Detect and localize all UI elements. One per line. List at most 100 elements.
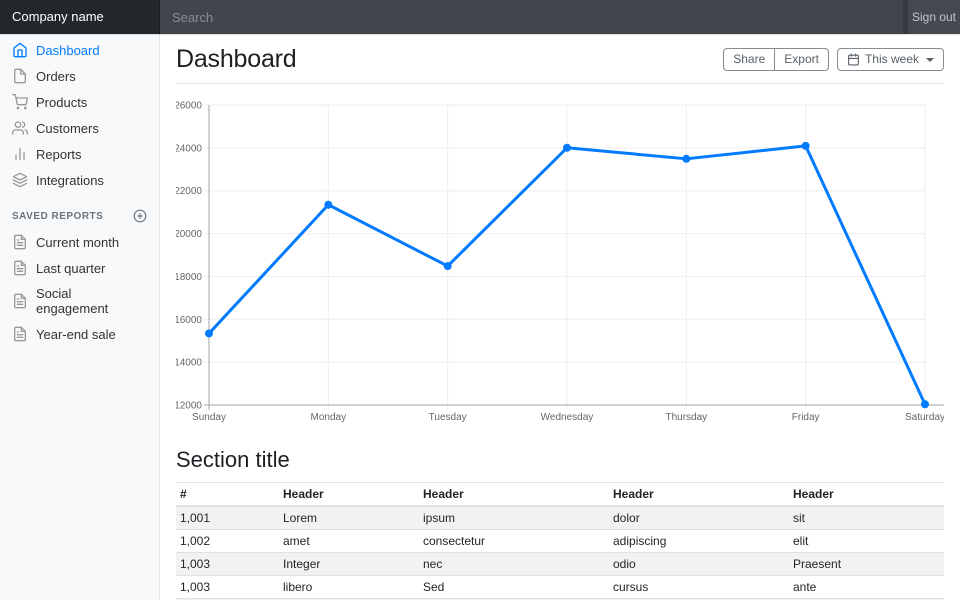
main-content: Dashboard Share Export This week 12000 14… [160, 34, 960, 600]
chart-tick-label: 26000 [176, 101, 202, 112]
table-cell: Integer [279, 553, 419, 576]
layout: Dashboard Orders Products Customers Reports I… [0, 34, 960, 600]
table-body: 1,001Loremipsumdolorsit1,002ametconsecte… [176, 506, 944, 600]
table-cell: libero [279, 576, 419, 599]
page-title: Dashboard [176, 45, 297, 74]
chart-tick-label: Tuesday [429, 412, 467, 423]
sidebar-item-orders[interactable]: Orders [0, 63, 159, 89]
chart-data-point[interactable] [205, 329, 213, 337]
nav-item-label: Orders [36, 69, 76, 84]
chart-tick-label: 16000 [176, 315, 202, 326]
table-cell: Praesent [789, 553, 944, 576]
bar-chart-icon [12, 146, 28, 162]
chart-tick-label: 18000 [176, 272, 202, 283]
saved-report-last-quarter[interactable]: Last quarter [0, 255, 159, 281]
sales-line-chart: 12000 14000 16000 18000 20000 22000 24000 26000… [176, 94, 944, 429]
saved-reports-heading: Saved reports [0, 193, 159, 229]
sidebar-item-customers[interactable]: Customers [0, 115, 159, 141]
chart-tick-label: Sunday [192, 412, 226, 423]
table-cell: 1,003 [176, 576, 279, 599]
table-cell: elit [789, 530, 944, 553]
chart-tick-label: Thursday [665, 412, 707, 423]
saved-report-current-month[interactable]: Current month [0, 229, 159, 255]
table-row: 1,003liberoSedcursusante [176, 576, 944, 599]
table-cell: consectetur [419, 530, 609, 553]
file-icon [12, 68, 28, 84]
sign-out-link[interactable]: Sign out [908, 0, 960, 34]
table-header-cell: Header [609, 483, 789, 507]
top-navbar: Company name Sign out [0, 0, 960, 34]
file-text-icon [12, 260, 28, 276]
table-header-cell: Header [419, 483, 609, 507]
table-row: 1,003IntegernecodioPraesent [176, 553, 944, 576]
table-header-cell: Header [789, 483, 944, 507]
chart-data-point[interactable] [563, 144, 571, 152]
brand-logo[interactable]: Company name [0, 0, 160, 34]
chart-tick-label: Friday [792, 412, 820, 423]
table-cell: 1,003 [176, 553, 279, 576]
table-header-cell: # [176, 483, 279, 507]
nav-item-label: Last quarter [36, 261, 105, 276]
section-title: Section title [176, 447, 944, 473]
table-row: 1,002ametconsecteturadipiscingelit [176, 530, 944, 553]
week-label: This week [865, 52, 919, 68]
chart-tick-label: 14000 [176, 358, 202, 369]
chart-data-point[interactable] [682, 155, 690, 163]
table-cell: odio [609, 553, 789, 576]
toolbar: Share Export This week [723, 48, 944, 72]
page-header: Dashboard Share Export This week [176, 34, 944, 84]
chart-tick-label: Monday [311, 412, 347, 423]
sidebar-item-dashboard[interactable]: Dashboard [0, 37, 159, 63]
table-cell: Sed [419, 576, 609, 599]
chart-data-point[interactable] [324, 201, 332, 209]
users-icon [12, 120, 28, 136]
chart-data-point[interactable] [921, 400, 929, 408]
saved-reports-nav: Current month Last quarter Social engageme… [0, 229, 159, 347]
line-chart-svg: 12000 14000 16000 18000 20000 22000 24000 26000… [176, 94, 944, 424]
chart-tick-label: 22000 [176, 186, 202, 197]
table-row: 1,001Loremipsumdolorsit [176, 506, 944, 530]
chart-data-point[interactable] [802, 142, 810, 150]
chart-tick-label: 24000 [176, 143, 202, 154]
table-cell: adipiscing [609, 530, 789, 553]
shopping-cart-icon [12, 94, 28, 110]
nav-item-label: Integrations [36, 173, 104, 188]
share-button[interactable]: Share [723, 48, 775, 72]
saved-report-year-end-sale[interactable]: Year-end sale [0, 321, 159, 347]
table-cell: ante [789, 576, 944, 599]
plus-circle-icon[interactable] [133, 209, 147, 223]
table-cell: nec [419, 553, 609, 576]
layers-icon [12, 172, 28, 188]
home-icon [12, 42, 28, 58]
table-cell: amet [279, 530, 419, 553]
table-header-row: #HeaderHeaderHeaderHeader [176, 483, 944, 507]
nav-item-label: Products [36, 95, 87, 110]
chart-tick-label: 12000 [176, 401, 202, 412]
calendar-icon [847, 53, 860, 66]
file-text-icon [12, 293, 28, 309]
saved-reports-label: Saved reports [12, 211, 103, 222]
sidebar-item-integrations[interactable]: Integrations [0, 167, 159, 193]
nav-item-label: Customers [36, 121, 99, 136]
sidebar-nav: Dashboard Orders Products Customers Reports I… [0, 37, 159, 193]
nav-item-label: Current month [36, 235, 119, 250]
nav-item-label: Social engagement [36, 286, 147, 316]
sidebar: Dashboard Orders Products Customers Reports I… [0, 34, 160, 600]
chart-tick-label: Saturday [905, 412, 944, 423]
table-cell: 1,001 [176, 506, 279, 530]
week-dropdown-button[interactable]: This week [837, 48, 944, 72]
chart-tick-label: 20000 [176, 229, 202, 240]
sidebar-item-reports[interactable]: Reports [0, 141, 159, 167]
table-cell: ipsum [419, 506, 609, 530]
saved-report-social-engagement[interactable]: Social engagement [0, 281, 159, 321]
chart-data-point[interactable] [444, 262, 452, 270]
data-table: #HeaderHeaderHeaderHeader 1,001Loremipsu… [176, 482, 944, 600]
sidebar-item-products[interactable]: Products [0, 89, 159, 115]
table-cell: cursus [609, 576, 789, 599]
file-text-icon [12, 234, 28, 250]
export-button[interactable]: Export [775, 48, 829, 72]
nav-item-label: Dashboard [36, 43, 100, 58]
nav-item-label: Year-end sale [36, 327, 116, 342]
table-cell: dolor [609, 506, 789, 530]
search-input[interactable] [160, 0, 903, 34]
